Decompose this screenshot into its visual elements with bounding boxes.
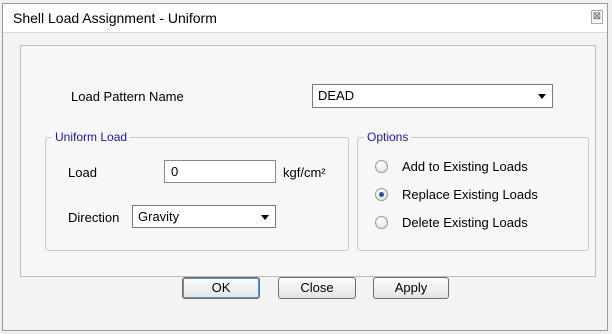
radio-label: Replace Existing Loads xyxy=(402,187,538,202)
ok-button[interactable]: OK xyxy=(182,277,260,299)
load-value-input[interactable]: 0 xyxy=(164,160,276,183)
close-button[interactable]: Close xyxy=(278,277,356,299)
load-pattern-dropdown[interactable]: DEAD xyxy=(312,84,553,108)
close-window-icon[interactable]: ⊠ xyxy=(591,10,603,24)
load-value-text: 0 xyxy=(171,164,179,179)
chevron-down-icon xyxy=(538,94,546,99)
dialog-panel: Load Pattern Name DEAD Uniform Load Load… xyxy=(20,45,596,277)
uniform-load-legend: Uniform Load xyxy=(55,130,128,144)
direction-dropdown[interactable]: Gravity xyxy=(132,205,276,228)
radio-label: Add to Existing Loads xyxy=(402,159,528,174)
load-unit-label: kgf/cm² xyxy=(283,165,326,180)
title-bar: Shell Load Assignment - Uniform ⊠ xyxy=(3,4,607,33)
direction-label: Direction xyxy=(68,210,120,225)
radio-button-selected-icon xyxy=(375,188,388,201)
window-title: Shell Load Assignment - Uniform xyxy=(13,10,217,26)
load-pattern-label: Load Pattern Name xyxy=(71,89,184,104)
radio-button-icon xyxy=(375,216,388,229)
load-pattern-value: DEAD xyxy=(318,88,355,103)
radio-label: Delete Existing Loads xyxy=(402,215,528,230)
chevron-down-icon xyxy=(261,215,269,220)
uniform-load-group: Uniform Load xyxy=(45,130,349,251)
apply-button[interactable]: Apply xyxy=(373,277,449,299)
options-legend: Options xyxy=(367,130,409,144)
load-label: Load xyxy=(68,165,97,180)
direction-value: Gravity xyxy=(138,209,180,224)
radio-button-icon xyxy=(375,160,388,173)
